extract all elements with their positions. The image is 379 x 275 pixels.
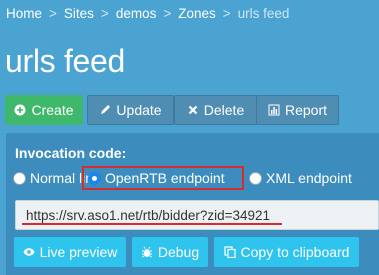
- breadcrumb-separator: >: [163, 5, 172, 21]
- eye-icon: [23, 246, 35, 258]
- debug-label: Debug: [157, 244, 200, 260]
- radio-label: OpenRTB endpoint: [105, 170, 225, 186]
- update-label: Update: [116, 102, 162, 118]
- invocation-url-field[interactable]: https://srv.aso1.net/rtb/bidder?zid=3492…: [15, 200, 379, 230]
- bug-icon: [141, 246, 153, 258]
- invocation-panel: Invocation code: Normal link OpenRTB end…: [6, 133, 379, 275]
- radio-xml-endpoint[interactable]: XML endpoint: [249, 169, 352, 187]
- breadcrumb-zones[interactable]: Zones: [178, 6, 216, 21]
- page-title: urls feed: [5, 43, 126, 79]
- radio-openrtb-endpoint[interactable]: OpenRTB endpoint: [82, 166, 244, 190]
- breadcrumb: Home > Sites > demos > Zones > urls feed: [6, 4, 289, 22]
- breadcrumb-demos[interactable]: demos: [116, 6, 157, 21]
- x-icon: [187, 104, 199, 116]
- delete-button[interactable]: Delete: [174, 95, 257, 125]
- delete-label: Delete: [203, 102, 245, 118]
- copy-to-clipboard-button[interactable]: Copy to clipboard: [214, 237, 359, 267]
- breadcrumb-sites[interactable]: Sites: [64, 6, 94, 21]
- radio-button[interactable]: [249, 171, 262, 185]
- breadcrumb-home[interactable]: Home: [6, 6, 42, 21]
- create-label: Create: [31, 102, 74, 118]
- radio-button[interactable]: [13, 171, 26, 185]
- radio-button-selected[interactable]: [88, 171, 101, 185]
- breadcrumb-separator: >: [49, 5, 57, 21]
- copy-icon: [223, 246, 236, 258]
- plus-circle-icon: [14, 104, 26, 116]
- bar-chart-icon: [268, 104, 280, 116]
- highlight-underline: [22, 223, 282, 225]
- report-button[interactable]: Report: [256, 95, 339, 125]
- copy-label: Copy to clipboard: [240, 244, 350, 260]
- debug-button[interactable]: Debug: [132, 237, 208, 267]
- live-preview-label: Live preview: [39, 244, 118, 260]
- pencil-icon: [99, 104, 111, 116]
- radio-label: XML endpoint: [266, 170, 352, 186]
- breadcrumb-separator: >: [222, 5, 231, 21]
- breadcrumb-separator: >: [100, 5, 109, 21]
- breadcrumb-current: urls feed: [237, 5, 290, 21]
- live-preview-button[interactable]: Live preview: [14, 237, 126, 267]
- invocation-label: Invocation code:: [15, 145, 127, 161]
- invocation-options: Normal link OpenRTB endpoint XML endpoin…: [6, 165, 379, 190]
- report-label: Report: [284, 102, 328, 118]
- update-button[interactable]: Update: [87, 95, 174, 125]
- create-button[interactable]: Create: [5, 95, 83, 125]
- invocation-url: https://srv.aso1.net/rtb/bidder?zid=3492…: [26, 207, 271, 223]
